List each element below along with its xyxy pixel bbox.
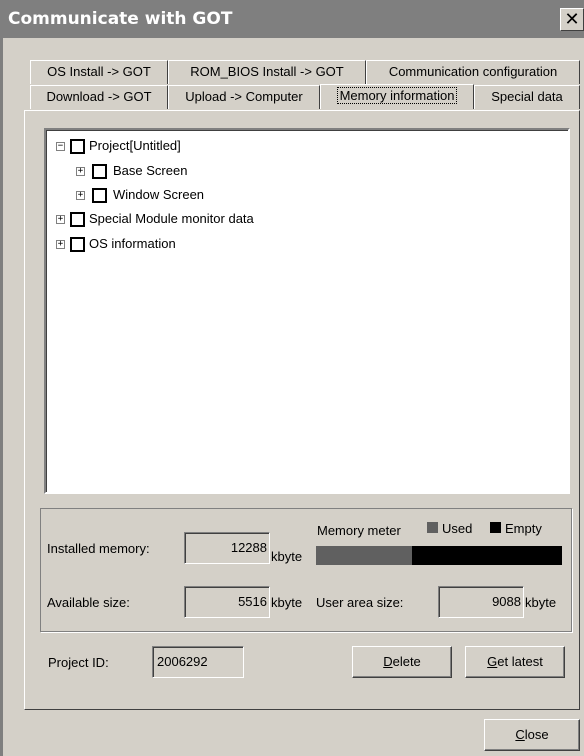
available-size-field: 5516 (184, 586, 270, 618)
empty-legend-label: Empty (505, 521, 542, 536)
expand-icon[interactable]: + (56, 215, 65, 224)
expand-icon[interactable]: + (76, 167, 85, 176)
checkbox-icon[interactable] (92, 188, 107, 203)
memory-meter-bar (316, 546, 562, 565)
tab-download-got[interactable]: Download -> GOT (30, 85, 168, 109)
close-button[interactable]: Close (484, 719, 580, 751)
tab-rom-bios-install[interactable]: ROM_BIOS Install -> GOT (168, 60, 366, 84)
project-id-field: 2006292 (152, 646, 244, 678)
title-bar: Communicate with GOT ✕ (0, 0, 584, 38)
close-window-icon[interactable]: ✕ (560, 8, 584, 31)
project-id-label: Project ID: (48, 655, 109, 670)
user-area-size-field: 9088 (438, 586, 524, 618)
memory-tree-view[interactable]: − Project[Untitled] + Base Screen + Wind… (44, 128, 570, 494)
window-frame-left (0, 38, 3, 756)
user-area-size-label: User area size: (316, 595, 404, 610)
tab-special-data[interactable]: Special data (474, 85, 580, 109)
checkbox-icon[interactable] (92, 164, 107, 179)
available-size-unit: kbyte (271, 595, 303, 610)
tree-node-label: Special Module monitor data (89, 211, 254, 226)
used-legend-label: Used (442, 521, 473, 536)
tab-upload-computer[interactable]: Upload -> Computer (168, 85, 320, 109)
tree-node-label: OS information (89, 236, 176, 251)
tree-node-label: Window Screen (113, 187, 205, 202)
used-legend-swatch (427, 522, 438, 533)
tab-memory-information[interactable]: Memory information (320, 84, 474, 109)
installed-memory-label: Installed memory: (47, 541, 150, 556)
tab-os-install[interactable]: OS Install -> GOT (30, 60, 168, 84)
tab-communication-configuration[interactable]: Communication configuration (366, 60, 580, 84)
expand-icon[interactable]: + (56, 240, 65, 249)
installed-memory-unit: kbyte (271, 549, 303, 564)
memory-meter-used-fill (316, 546, 412, 565)
communicate-with-got-dialog: Communicate with GOT ✕ OS Install -> GOT… (0, 0, 584, 756)
tree-node-label: Project[Untitled] (89, 138, 181, 153)
checkbox-icon[interactable] (70, 139, 85, 154)
user-area-size-unit: kbyte (525, 595, 557, 610)
available-size-label: Available size: (47, 595, 130, 610)
get-latest-button[interactable]: Get latest (465, 646, 565, 678)
collapse-icon[interactable]: − (56, 142, 65, 151)
window-title: Communicate with GOT (8, 9, 233, 29)
memory-meter-label: Memory meter (317, 523, 401, 538)
checkbox-icon[interactable] (70, 237, 85, 252)
empty-legend-swatch (490, 522, 501, 533)
delete-button[interactable]: Delete (352, 646, 452, 678)
checkbox-icon[interactable] (70, 212, 85, 227)
installed-memory-field: 12288 (184, 532, 270, 564)
tree-node-label: Base Screen (113, 163, 188, 178)
expand-icon[interactable]: + (76, 191, 85, 200)
